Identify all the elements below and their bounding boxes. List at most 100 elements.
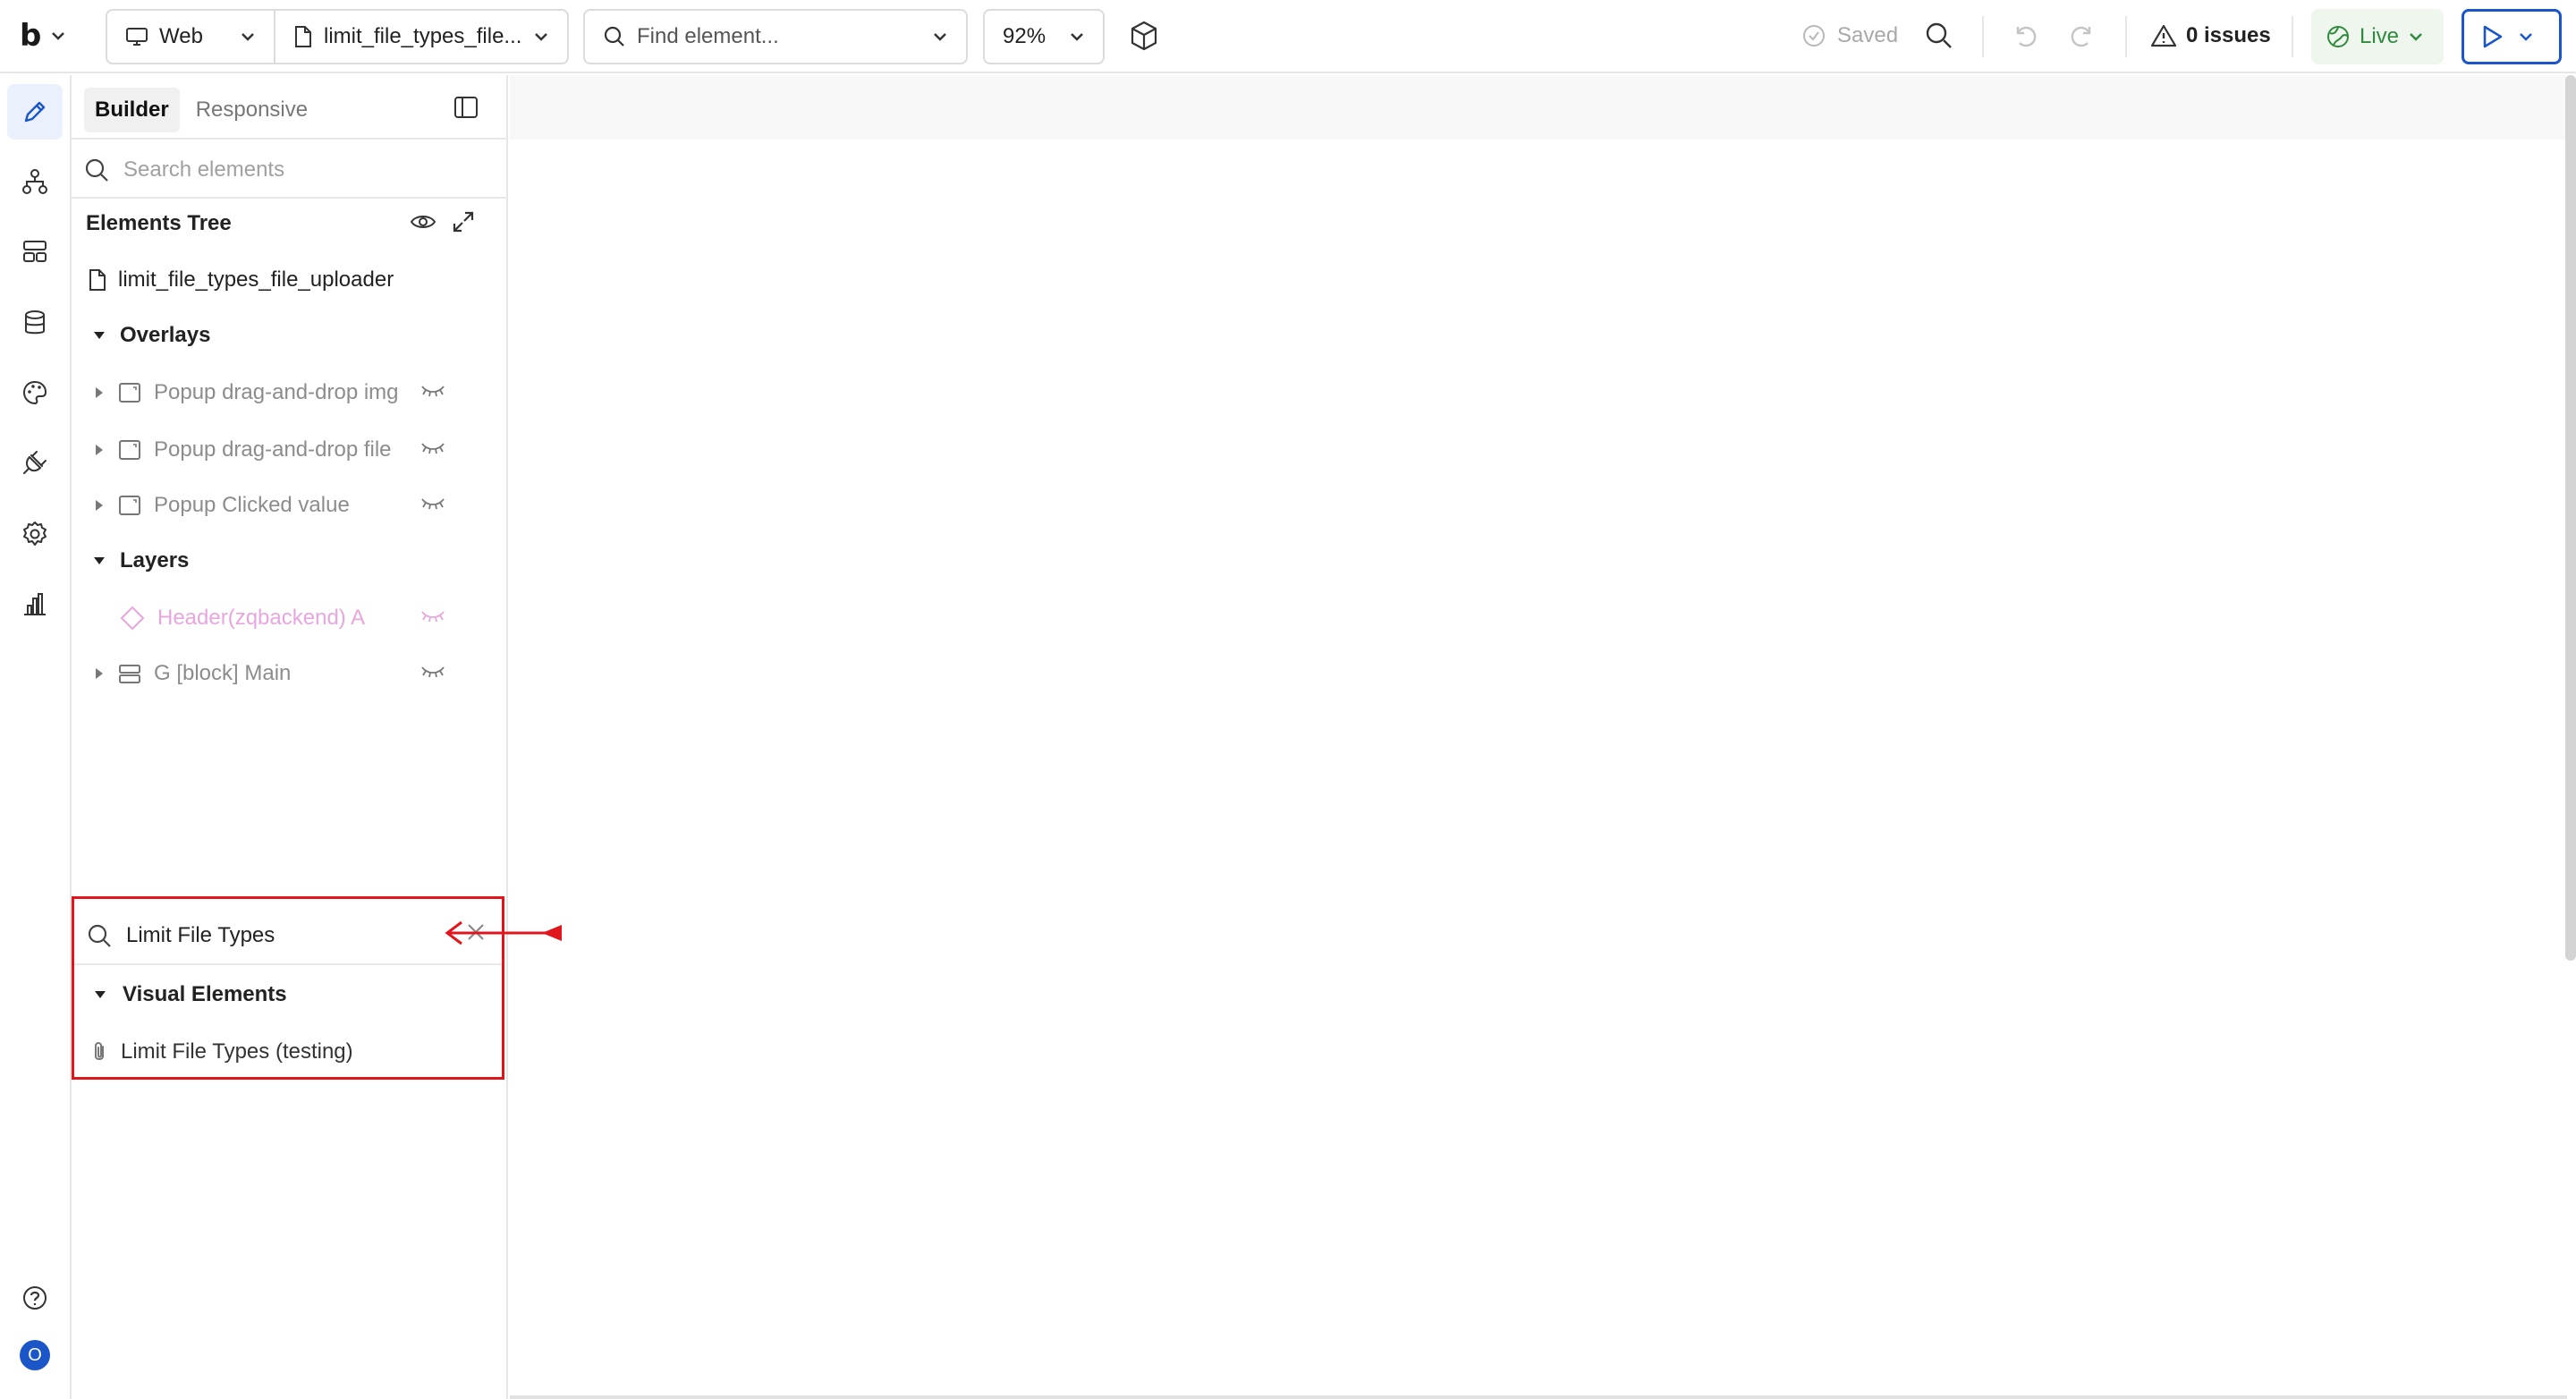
- canvas-scrollbar[interactable]: [2565, 75, 2576, 961]
- left-icon-rail: O: [0, 75, 72, 1399]
- toolbar-divider: [1982, 16, 1984, 57]
- group-block-icon: [118, 663, 141, 684]
- eye-icon[interactable]: [410, 211, 436, 233]
- tab-responsive[interactable]: Responsive: [185, 88, 318, 132]
- tree-item-label: Header(zqbackend) A: [157, 606, 366, 630]
- avatar[interactable]: O: [20, 1340, 50, 1370]
- find-element-placeholder: Find element...: [637, 24, 779, 48]
- tree-group-label: Layers: [120, 548, 190, 572]
- caret-down-icon: [93, 556, 106, 565]
- elements-tree-title: Elements Tree: [86, 211, 232, 235]
- caret-right-icon: [93, 386, 106, 399]
- annotation-arrow: [438, 912, 564, 954]
- tree-group-overlays[interactable]: Overlays: [93, 315, 210, 356]
- toolbar-divider: [2125, 16, 2127, 57]
- expand-icon[interactable]: [451, 209, 476, 234]
- saved-label: Saved: [1837, 23, 1899, 47]
- data-tab-button[interactable]: [7, 295, 63, 351]
- pencil-icon: [21, 98, 49, 126]
- help-circle-icon: [21, 1285, 48, 1311]
- warning-icon: [2150, 23, 2177, 48]
- reusable-elements-tab-button[interactable]: [7, 224, 63, 279]
- result-item[interactable]: Limit File Types (testing): [90, 1031, 353, 1073]
- redo-icon[interactable]: [2068, 21, 2097, 50]
- chevron-down-icon: [50, 30, 66, 41]
- search-icon[interactable]: [1925, 21, 1953, 50]
- tab-builder[interactable]: Builder: [84, 88, 180, 132]
- sidebar-toggle-icon[interactable]: [453, 95, 479, 120]
- hidden-eye-icon[interactable]: [420, 664, 445, 680]
- workflow-icon: [21, 167, 49, 196]
- plugins-tab-button[interactable]: [7, 435, 63, 490]
- popup-icon: [118, 382, 141, 403]
- page-dropdown[interactable]: limit_file_types_file...: [274, 9, 569, 64]
- chevron-down-icon: [932, 31, 948, 42]
- popup-icon: [118, 439, 141, 461]
- divider: [72, 138, 508, 140]
- chevron-down-icon: [240, 31, 256, 42]
- settings-tab-button[interactable]: [7, 506, 63, 562]
- result-item-label: Limit File Types (testing): [121, 1039, 353, 1064]
- elements-panel: Builder Responsive Search elements Eleme…: [72, 75, 508, 1399]
- zoom-dropdown[interactable]: 92%: [983, 9, 1105, 64]
- help-button[interactable]: [7, 1270, 63, 1326]
- search-elements-input[interactable]: Search elements: [84, 152, 284, 188]
- tree-item-overlay[interactable]: Popup drag-and-drop file: [93, 429, 392, 471]
- issues-button[interactable]: 0 issues: [2150, 16, 2271, 55]
- reusable-diamond-icon: [120, 606, 145, 631]
- hidden-eye-icon[interactable]: [420, 608, 445, 624]
- hidden-eye-icon[interactable]: [420, 383, 445, 399]
- preview-button[interactable]: [2462, 9, 2562, 64]
- element-search-input[interactable]: Limit File Types: [87, 917, 275, 954]
- database-icon: [21, 309, 49, 337]
- chevron-down-icon: [2518, 31, 2534, 42]
- tree-group-layers[interactable]: Layers: [93, 540, 189, 581]
- tree-item-overlay[interactable]: Popup Clicked value: [93, 485, 350, 526]
- tree-item-layer[interactable]: G [block] Main: [93, 653, 291, 694]
- search-icon: [87, 923, 112, 948]
- play-icon: [2480, 24, 2504, 49]
- tree-group-label: Overlays: [120, 323, 211, 347]
- element-search-value: Limit File Types: [126, 923, 275, 947]
- undo-icon[interactable]: [2011, 21, 2039, 50]
- styles-tab-button[interactable]: [7, 365, 63, 420]
- chevron-down-icon: [533, 31, 549, 42]
- bar-chart-icon: [21, 589, 49, 618]
- chevron-down-icon: [2408, 31, 2424, 42]
- cube-icon[interactable]: [1129, 20, 1159, 52]
- check-circle-icon: [1801, 23, 1826, 48]
- tree-item-overlay[interactable]: Popup drag-and-drop img: [93, 372, 399, 413]
- platform-dropdown[interactable]: Web: [106, 9, 275, 64]
- find-element-dropdown[interactable]: Find element...: [583, 9, 968, 64]
- tree-item-label: Popup drag-and-drop img: [154, 380, 399, 404]
- tree-item-label: Popup Clicked value: [154, 493, 350, 517]
- platform-label: Web: [159, 24, 203, 48]
- caret-right-icon: [93, 444, 106, 456]
- divider: [74, 963, 502, 965]
- app-menu-button[interactable]: b: [20, 16, 66, 55]
- app-logo: b: [20, 18, 42, 54]
- canvas-header-area: [510, 75, 2567, 140]
- caret-right-icon: [93, 499, 106, 512]
- palette-icon: [21, 378, 49, 407]
- design-tab-button[interactable]: [7, 84, 63, 140]
- tree-item-label: Popup drag-and-drop file: [154, 437, 392, 462]
- avatar-letter: O: [28, 1344, 42, 1365]
- result-group-label: Visual Elements: [123, 982, 287, 1006]
- hidden-eye-icon[interactable]: [420, 440, 445, 456]
- logs-tab-button[interactable]: [7, 576, 63, 632]
- file-icon: [293, 25, 313, 48]
- zoom-label: 92%: [1003, 24, 1046, 48]
- tree-item-page[interactable]: limit_file_types_file_uploader: [88, 259, 394, 301]
- live-dropdown[interactable]: Live: [2311, 9, 2444, 64]
- canvas-horizontal-scrollbar[interactable]: [510, 1395, 2567, 1399]
- tree-item-label: G [block] Main: [154, 661, 292, 685]
- page-label: limit_file_types_file...: [324, 24, 522, 48]
- file-icon: [88, 268, 107, 292]
- top-toolbar: b Web limit_file_types_file... Find elem…: [0, 0, 2576, 73]
- result-group-visual-elements[interactable]: Visual Elements: [94, 974, 287, 1015]
- tree-item-label: limit_file_types_file_uploader: [118, 267, 394, 292]
- workflow-tab-button[interactable]: [7, 154, 63, 209]
- hidden-eye-icon[interactable]: [420, 496, 445, 512]
- tree-item-layer[interactable]: Header(zqbackend) A: [120, 598, 365, 639]
